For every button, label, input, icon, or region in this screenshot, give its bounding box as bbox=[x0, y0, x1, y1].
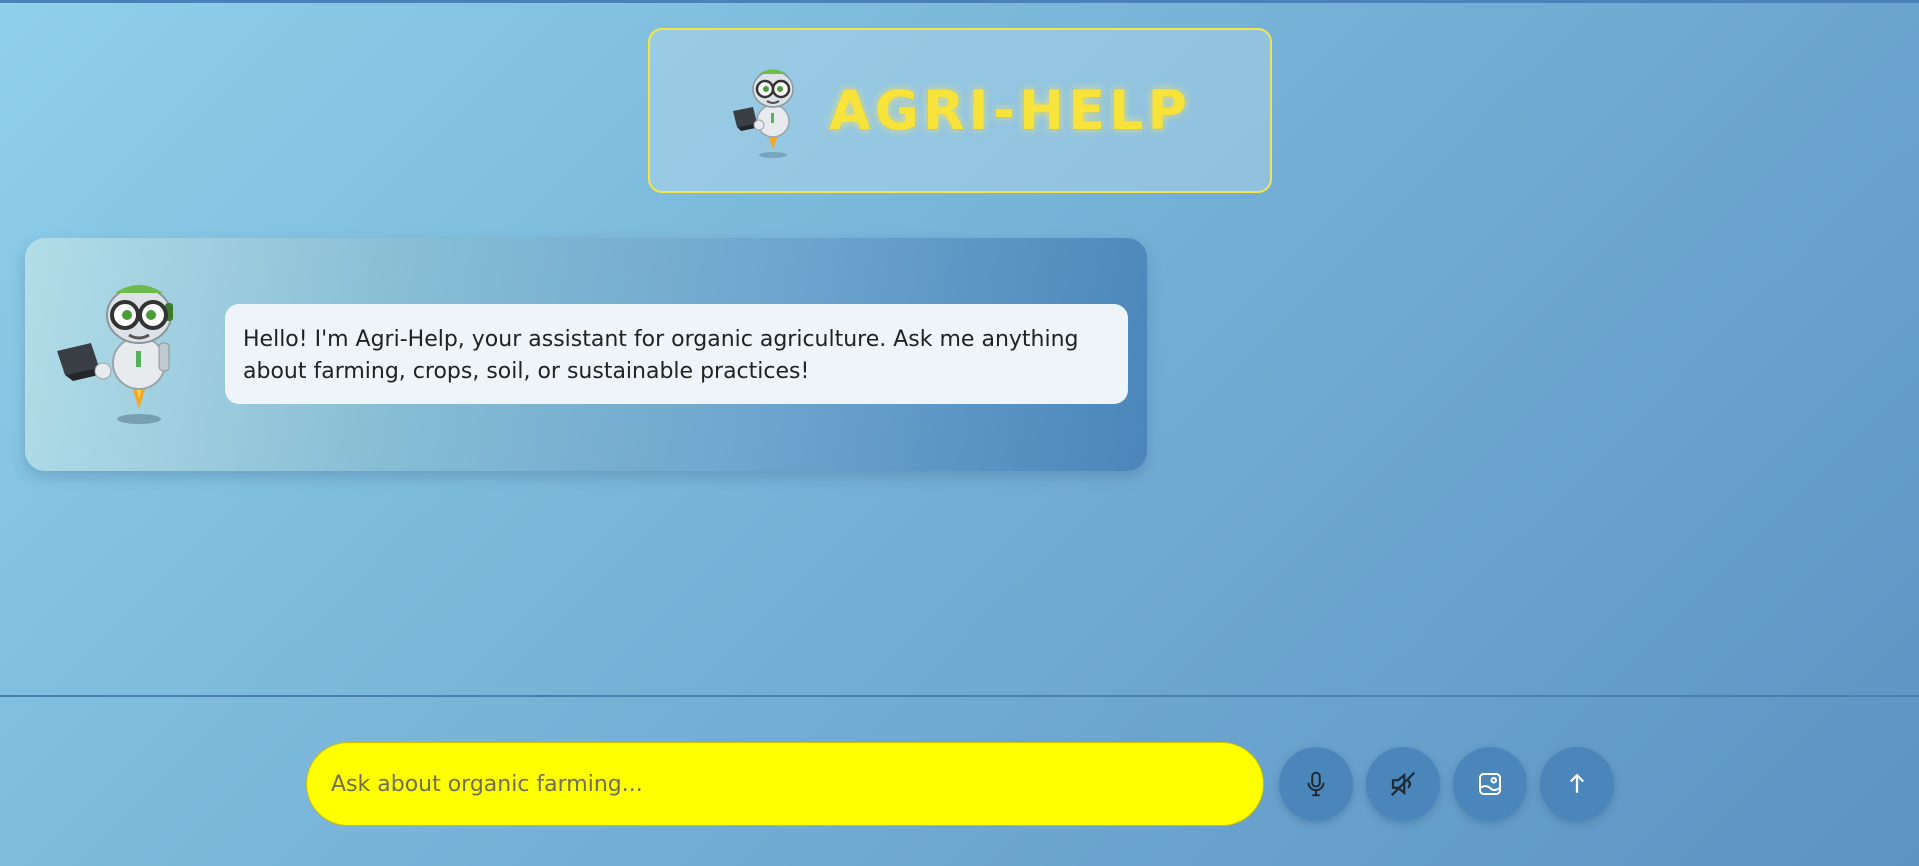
send-button[interactable] bbox=[1540, 747, 1614, 821]
image-upload-button[interactable] bbox=[1453, 747, 1527, 821]
microphone-icon bbox=[1307, 771, 1325, 797]
chat-input[interactable] bbox=[329, 770, 1263, 798]
app-title: AGRI-HELP bbox=[828, 79, 1192, 142]
robot-avatar-icon bbox=[57, 285, 173, 424]
bot-message-text: Hello! I'm Agri-Help, your assistant for… bbox=[243, 327, 1079, 384]
send-arrow-icon bbox=[1569, 773, 1585, 793]
top-divider bbox=[0, 0, 1919, 3]
bot-message-bubble: Hello! I'm Agri-Help, your assistant for… bbox=[225, 304, 1128, 404]
mute-button[interactable] bbox=[1366, 747, 1440, 821]
speaker-muted-icon bbox=[1390, 771, 1416, 797]
image-upload-icon bbox=[1479, 773, 1501, 795]
app-header: AGRI-HELP bbox=[648, 28, 1272, 193]
chat-input-container[interactable] bbox=[306, 742, 1264, 826]
robot-mascot-icon bbox=[732, 69, 794, 158]
input-divider bbox=[0, 695, 1919, 697]
microphone-button[interactable] bbox=[1279, 747, 1353, 821]
bot-message-card: Hello! I'm Agri-Help, your assistant for… bbox=[25, 238, 1147, 471]
